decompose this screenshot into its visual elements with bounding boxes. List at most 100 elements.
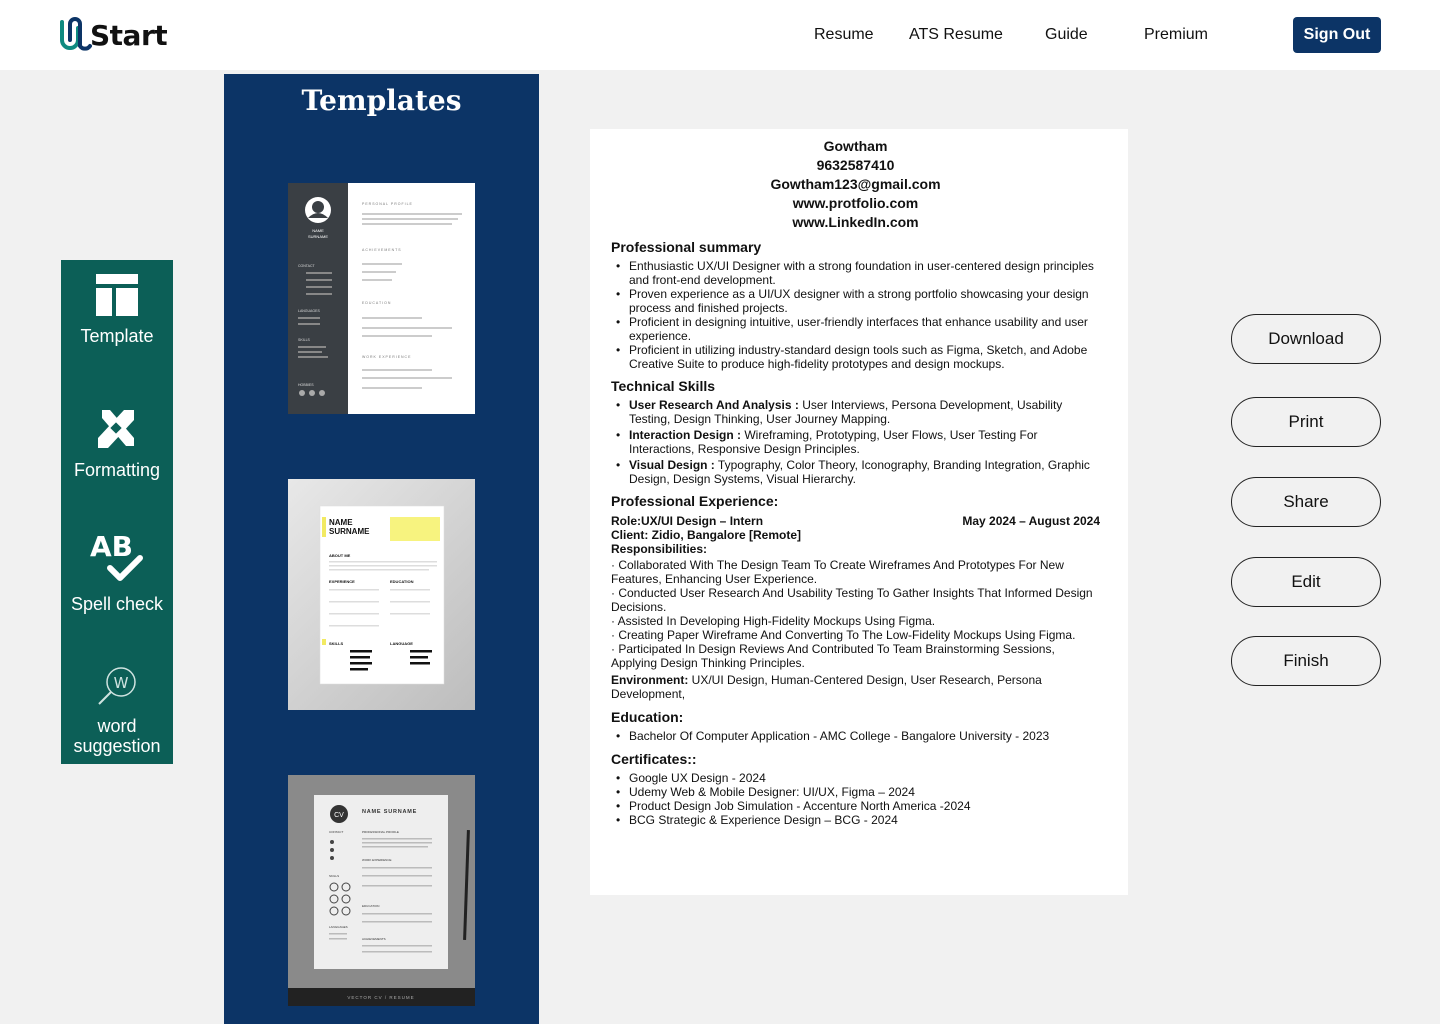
spell-check-icon-letters: AB	[90, 530, 133, 563]
experience-client: Client: Zidio, Bangalore [Remote]	[611, 528, 802, 542]
logo-text: Start	[90, 18, 168, 52]
skills-list: User Research And Analysis : User Interv…	[611, 398, 1100, 486]
svg-text:SKILLS: SKILLS	[298, 338, 311, 342]
certificate-item: BCG Strategic & Experience Design – BCG …	[611, 813, 1100, 827]
responsibilities-list: · Collaborated With The Design Team To C…	[611, 558, 1100, 670]
svg-text:NAME SURNAME: NAME SURNAME	[362, 809, 417, 815]
template-thumb-2[interactable]: NAME SURNAME ABOUT ME EXPERIENCE EDUCATI…	[288, 479, 475, 710]
word-suggestion-icon: W	[98, 667, 136, 705]
tool-word-label-1: word	[97, 716, 137, 736]
svg-text:ABOUT ME: ABOUT ME	[329, 553, 351, 558]
education-list: Bachelor Of Computer Application - AMC C…	[611, 729, 1100, 743]
svg-text:HOBBIES: HOBBIES	[298, 383, 314, 387]
svg-text:EDUCATION: EDUCATION	[362, 904, 379, 908]
svg-text:ACHIEVEMENTS: ACHIEVEMENTS	[362, 937, 386, 941]
section-summary-title: Professional summary	[611, 239, 762, 255]
nav-guide[interactable]: Guide	[1045, 26, 1088, 44]
svg-text:SKILLS: SKILLS	[329, 874, 339, 878]
skills-item: Interaction Design : Wireframing, Protot…	[611, 428, 1100, 456]
svg-text:ACHIEVEMENTS: ACHIEVEMENTS	[362, 248, 402, 252]
resume-phone: 9632587410	[816, 157, 895, 173]
svg-text:CONTACT: CONTACT	[329, 830, 343, 834]
tools-sidebar: Template Formatting AB Spell check W wor…	[61, 260, 173, 764]
svg-text:VECTOR CV / RESUME: VECTOR CV / RESUME	[347, 995, 414, 1000]
svg-text:WORK EXPERIENCE: WORK EXPERIENCE	[362, 355, 411, 359]
summary-item: Proficient in utilizing industry-standar…	[611, 343, 1100, 371]
summary-list: Enthusiastic UX/UI Designer with a stron…	[611, 259, 1100, 371]
edit-button[interactable]: Edit	[1231, 557, 1381, 607]
section-education-title: Education:	[611, 709, 684, 725]
responsibility-item: · Conducted User Research And Usability …	[611, 586, 1093, 614]
experience-role-row: Role:UX/UI Design – Intern May 2024 – Au…	[611, 514, 1100, 528]
svg-text:LANGUAGE: LANGUAGE	[390, 641, 413, 646]
top-header: Start Resume ATS Resume Guide Premium Si…	[0, 0, 1440, 70]
tool-template[interactable]: Template	[61, 274, 173, 346]
skills-item: User Research And Analysis : User Interv…	[611, 398, 1100, 426]
tool-template-label: Template	[80, 326, 154, 346]
template-1-preview: NAME SURNAME CONTACT LANGUAGES SKILLS HO…	[288, 183, 462, 414]
formatting-icon	[98, 410, 134, 448]
logo[interactable]: Start	[58, 16, 168, 54]
resume-linkedin: www.LinkedIn.com	[792, 214, 919, 230]
responsibility-item: · Assisted In Developing High-Fidelity M…	[611, 614, 936, 628]
tool-spellcheck[interactable]: AB Spell check	[61, 530, 173, 614]
nav-ats-resume[interactable]: ATS Resume	[909, 26, 1003, 44]
tool-spellcheck-label: Spell check	[70, 594, 164, 614]
resume-document: Gowtham 9632587410 Gowtham123@gmail.com …	[590, 129, 1128, 895]
templates-panel: Templates NAME SURNAME CONTACT LANGUAGES…	[224, 74, 539, 1024]
svg-text:WORK EXPERIENCE: WORK EXPERIENCE	[362, 858, 392, 862]
template-icon	[96, 274, 138, 316]
education-item: Bachelor Of Computer Application - AMC C…	[611, 729, 1100, 743]
tool-formatting[interactable]: Formatting	[61, 408, 173, 480]
resume-email: Gowtham123@gmail.com	[770, 176, 941, 192]
spell-check-icon: AB	[90, 530, 143, 581]
svg-text:PERSONAL PROFILE: PERSONAL PROFILE	[362, 202, 413, 206]
skills-item: Visual Design : Typography, Color Theory…	[611, 458, 1100, 486]
template-thumb-3[interactable]: VECTOR CV / RESUME CV NAME SURNAME CONTA…	[288, 775, 475, 1006]
resume-contact: Gowtham 9632587410 Gowtham123@gmail.com …	[611, 137, 1100, 232]
certificate-item: Product Design Job Simulation - Accentur…	[611, 799, 1100, 813]
template-thumb-1[interactable]: NAME SURNAME CONTACT LANGUAGES SKILLS HO…	[288, 183, 475, 414]
responsibility-item: · Participated In Design Reviews And Con…	[611, 642, 1055, 670]
svg-text:CV: CV	[334, 812, 344, 819]
certificate-item: Google UX Design - 2024	[611, 771, 1100, 785]
section-experience-title: Professional Experience:	[611, 493, 779, 509]
svg-text:LANGUAGES: LANGUAGES	[298, 309, 320, 313]
nav-resume[interactable]: Resume	[814, 26, 874, 44]
resume-name: Gowtham	[823, 138, 888, 154]
word-icon-letter: W	[114, 674, 129, 692]
print-button[interactable]: Print	[1231, 397, 1381, 447]
sign-out-button[interactable]: Sign Out	[1293, 17, 1381, 53]
responsibility-item: · Collaborated With The Design Team To C…	[611, 558, 1064, 586]
resume-portfolio: www.protfolio.com	[792, 195, 919, 211]
experience-dates: May 2024 – August 2024	[962, 514, 1100, 528]
download-button[interactable]: Download	[1231, 314, 1381, 364]
summary-item: Enthusiastic UX/UI Designer with a stron…	[611, 259, 1100, 287]
template-3-preview: VECTOR CV / RESUME CV NAME SURNAME CONTA…	[288, 775, 475, 1006]
experience-environment: Environment: UX/UI Design, Human-Centere…	[611, 673, 1042, 701]
svg-text:EDUCATION: EDUCATION	[390, 579, 414, 584]
summary-item: Proficient in designing intuitive, user-…	[611, 315, 1100, 343]
finish-button[interactable]: Finish	[1231, 636, 1381, 686]
logo-icon	[60, 17, 92, 51]
certificate-item: Udemy Web & Mobile Designer: UI/UX, Figm…	[611, 785, 1100, 799]
section-skills-title: Technical Skills	[611, 378, 716, 394]
responsibility-item: · Creating Paper Wireframe And Convertin…	[611, 628, 1076, 642]
svg-text:LANGUAGES: LANGUAGES	[329, 925, 348, 929]
svg-text:EDUCATION: EDUCATION	[362, 301, 391, 305]
tool-word-suggestion[interactable]: W word suggestion	[61, 664, 173, 756]
svg-text:SKILLS: SKILLS	[329, 641, 344, 646]
responsibilities-title: Responsibilities:	[611, 542, 708, 556]
svg-text:NAME: NAME	[329, 518, 353, 527]
share-button[interactable]: Share	[1231, 477, 1381, 527]
template-2-preview: NAME SURNAME ABOUT ME EXPERIENCE EDUCATI…	[319, 505, 445, 685]
templates-title: Templates	[301, 84, 462, 117]
tool-word-label-2: suggestion	[73, 736, 161, 756]
svg-text:EXPERIENCE: EXPERIENCE	[329, 579, 355, 584]
nav-premium[interactable]: Premium	[1144, 26, 1208, 44]
svg-text:PROFESSIONAL PROFILE: PROFESSIONAL PROFILE	[362, 830, 399, 834]
svg-text:SURNAME: SURNAME	[308, 234, 328, 239]
certificates-list: Google UX Design - 2024 Udemy Web & Mobi…	[611, 771, 1100, 827]
tool-formatting-label: Formatting	[73, 460, 161, 480]
svg-text:CONTACT: CONTACT	[298, 264, 316, 268]
